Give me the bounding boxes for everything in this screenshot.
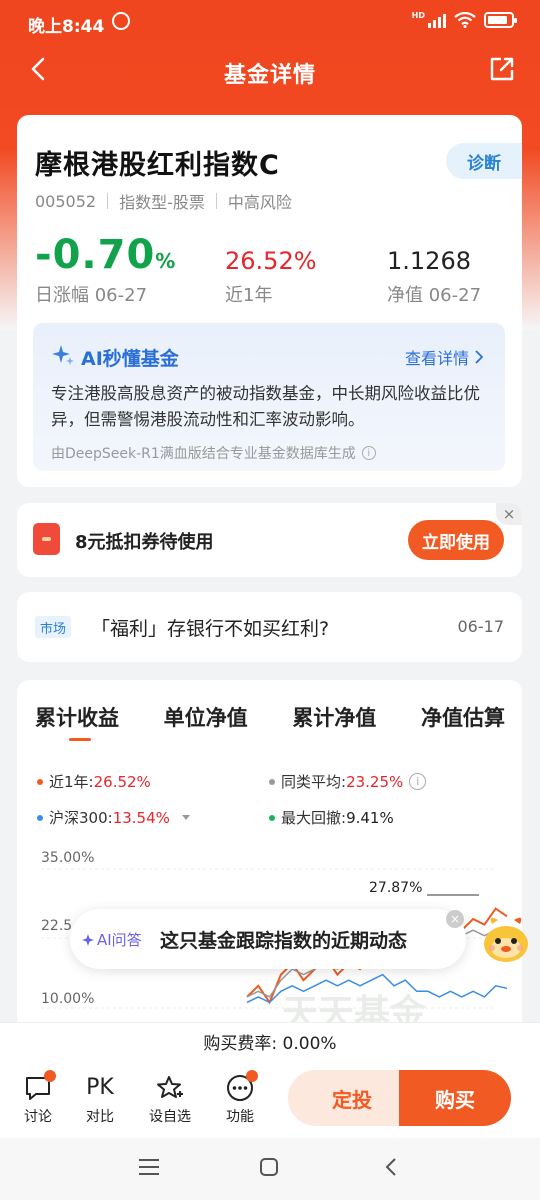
nav-label: 净值 06-27	[387, 285, 482, 306]
tab-cumulative-nav[interactable]: 累计净值	[292, 702, 376, 732]
battery-icon	[484, 12, 517, 28]
system-navigation-bar	[0, 1138, 540, 1200]
legend-drawdown-label: 最大回撤:	[281, 809, 347, 827]
fund-meta: 005052 指数型-股票 中高风险	[35, 189, 292, 213]
legend-hs300-label: 沪深300:	[49, 809, 113, 827]
sparkle-icon	[82, 933, 94, 946]
ai-summary-header: AI秒懂基金	[51, 343, 179, 371]
year-return-label: 近1年	[225, 285, 273, 306]
ai-question-tag-label: AI问答	[97, 931, 142, 949]
bottom-functions-label: 功能	[226, 1109, 254, 1125]
signal-icon: HD	[412, 12, 446, 28]
pk-icon: PK	[86, 1075, 114, 1100]
close-icon[interactable]: ×	[446, 910, 464, 928]
menu-icon[interactable]	[138, 1158, 160, 1180]
coupon-card: 8元抵扣券待使用 立即使用 ×	[17, 503, 522, 577]
status-icons: HD	[412, 12, 517, 28]
tab-cumulative-return[interactable]: 累计收益	[35, 702, 119, 732]
sparkle-icon	[51, 343, 75, 371]
nav-bar: 基金详情	[0, 46, 540, 94]
share-icon[interactable]	[488, 55, 516, 83]
legend-peer-average: 同类平均: 23.25% i	[269, 771, 427, 792]
coupon-text: 8元抵扣券待使用	[75, 532, 214, 553]
bottom-discuss[interactable]: 讨论	[13, 1070, 63, 1126]
network-label: HD	[411, 11, 425, 20]
legend-year-return: 近1年: 26.52%	[37, 771, 151, 792]
legend-peer-value: 23.25%	[346, 772, 404, 791]
buy-button[interactable]: 购买	[399, 1070, 511, 1126]
fixed-investment-button[interactable]: 定投	[288, 1070, 416, 1126]
ai-question-text: 这只基金跟踪指数的近期动态	[160, 930, 408, 952]
year-return-stat: 26.52% 近1年	[225, 233, 317, 307]
tab-unit-nav[interactable]: 单位净值	[164, 702, 248, 732]
wifi-icon	[454, 12, 476, 28]
notification-badge	[246, 1070, 258, 1082]
mascot-icon[interactable]	[478, 912, 534, 968]
ai-summary-text: 专注港股高股息资产的被动指数基金，中长期风险收益比优异，但需警惕港股流动性和汇率…	[51, 384, 480, 429]
fund-type: 指数型-股票	[119, 193, 205, 212]
year-return-value: 26.52%	[225, 247, 317, 275]
bottom-compare-label: 对比	[86, 1109, 114, 1125]
ai-summary-source: 由DeepSeek-R1满血版结合专业基金数据库生成 i	[51, 443, 376, 463]
legend-peer-label: 同类平均:	[281, 773, 347, 791]
more-icon	[226, 1070, 258, 1102]
news-card[interactable]: 市场 「福利」存银行不如买红利? 06-17	[17, 592, 522, 662]
star-plus-icon	[156, 1074, 184, 1102]
alarm-icon	[112, 12, 130, 30]
chart-tabs: 累计收益 单位净值 累计净值 净值估算	[35, 702, 505, 732]
ai-summary-more-label: 查看详情	[404, 349, 469, 368]
fund-risk: 中高风险	[227, 193, 292, 212]
daily-change-label: 日涨幅 06-27	[35, 285, 148, 306]
legend-year-value: 26.52%	[93, 772, 151, 791]
red-envelope-icon	[33, 523, 60, 555]
notification-badge	[44, 1070, 56, 1082]
legend-drawdown-value: 9.41%	[346, 808, 394, 827]
close-icon[interactable]: ×	[496, 503, 522, 525]
diagnose-button[interactable]: 诊断	[446, 143, 522, 179]
bottom-functions[interactable]: 功能	[215, 1070, 265, 1126]
active-tab-indicator	[69, 738, 91, 741]
bottom-compare[interactable]: PK 对比	[75, 1074, 125, 1126]
fund-name: 摩根港股红利指数C	[35, 150, 280, 181]
status-time: 晚上8:44	[28, 17, 105, 37]
nav-value: 1.1268	[387, 247, 471, 275]
chevron-right-icon	[475, 350, 483, 364]
news-date: 06-17	[457, 617, 505, 636]
news-tag: 市场	[35, 616, 72, 638]
daily-change-stat: -0.70% 日涨幅 06-27	[35, 233, 175, 307]
nav-stat: 1.1268 净值 06-27	[387, 233, 481, 307]
fund-code: 005052	[35, 191, 97, 211]
daily-change-value: -0.70	[35, 232, 156, 278]
purchase-fee: 购买费率: 0.00%	[0, 1022, 540, 1064]
chat-icon	[24, 1070, 56, 1102]
page-title: 基金详情	[223, 63, 316, 88]
use-coupon-button[interactable]: 立即使用	[408, 520, 504, 560]
info-icon[interactable]: i	[409, 773, 427, 790]
bottom-add-watchlist-label: 设自选	[149, 1109, 191, 1125]
performance-chart-card: 累计收益 单位净值 累计净值 净值估算 近1年: 26.52% 同类平均: 23.2…	[17, 680, 522, 1080]
legend-hs300[interactable]: 沪深300: 13.54%	[37, 807, 190, 828]
ai-summary-source-text: 由DeepSeek-R1满血版结合专业基金数据库生成	[51, 446, 356, 462]
legend-max-drawdown: 最大回撤: 9.41%	[269, 807, 394, 828]
back-nav-icon[interactable]	[384, 1157, 398, 1181]
ai-question-tag: AI问答	[82, 929, 142, 950]
bottom-discuss-label: 讨论	[24, 1109, 52, 1125]
dropdown-icon	[181, 815, 190, 820]
ai-summary-box[interactable]: AI秒懂基金 查看详情 专注港股高股息资产的被动指数基金，中长期风险收益比优异，…	[33, 323, 505, 471]
ai-question-bubble[interactable]: AI问答 这只基金跟踪指数的近期动态 ×	[70, 909, 466, 969]
daily-change-unit: %	[155, 249, 176, 273]
fund-overview-card: 摩根港股红利指数C 诊断 005052 指数型-股票 中高风险 -0.70% 日…	[17, 115, 522, 487]
ai-summary-title: AI秒懂基金	[81, 347, 179, 370]
max-point-annotation: 27.87%	[369, 880, 422, 896]
bottom-add-watchlist[interactable]: 设自选	[145, 1074, 195, 1126]
news-title: 「福利」存银行不如买红利?	[91, 618, 330, 640]
info-icon[interactable]: i	[361, 446, 376, 460]
tab-nav-estimate[interactable]: 净值估算	[421, 702, 505, 732]
status-bar: 晚上8:44 HD	[0, 0, 540, 46]
home-icon[interactable]	[259, 1157, 279, 1181]
legend-year-label: 近1年:	[49, 773, 94, 791]
bottom-action-bar: 讨论 PK 对比 设自选 功能 定投 购买	[0, 1064, 540, 1138]
ai-summary-more-link[interactable]: 查看详情	[405, 345, 483, 369]
legend-hs300-value: 13.54%	[112, 808, 170, 827]
